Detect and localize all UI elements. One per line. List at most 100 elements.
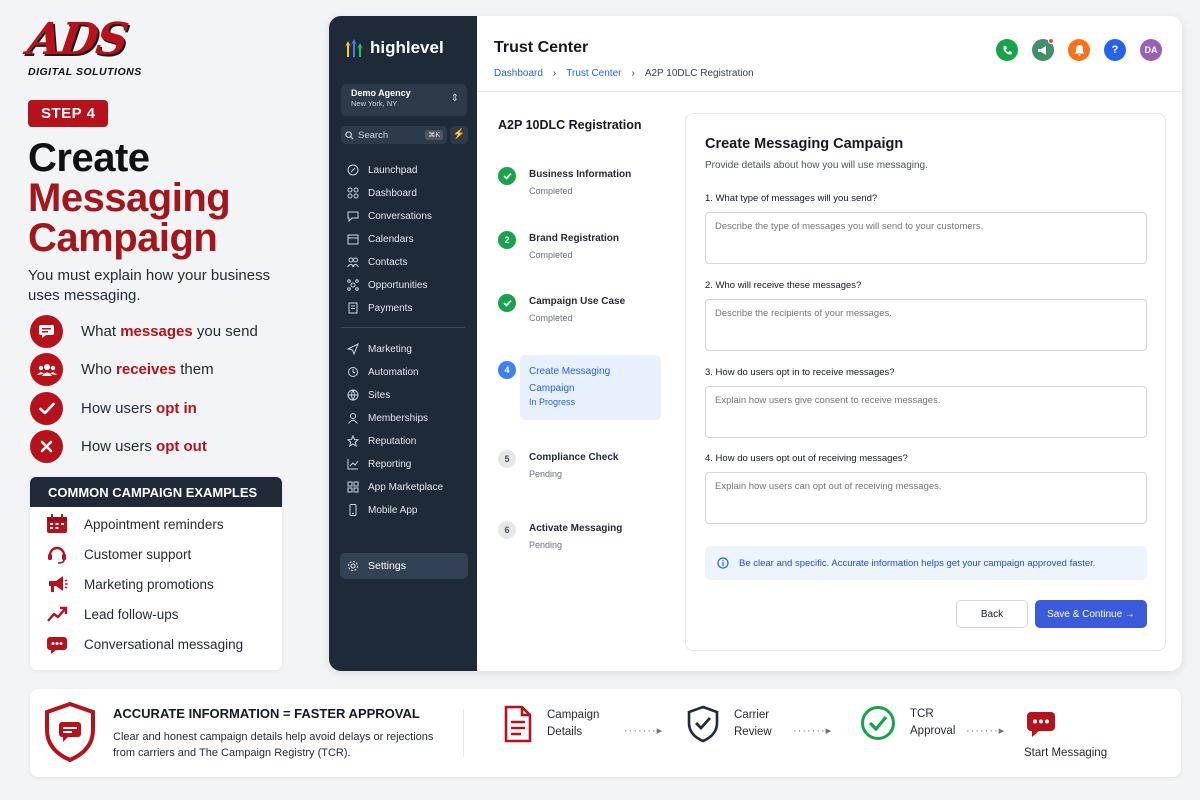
notifications-button[interactable] bbox=[1068, 39, 1090, 61]
list-item: Lead follow-ups bbox=[30, 600, 282, 630]
message-icon bbox=[30, 315, 63, 348]
rocket-icon bbox=[347, 164, 359, 176]
sidebar-item-marketing[interactable]: Marketing bbox=[347, 341, 412, 357]
check-icon bbox=[498, 167, 516, 185]
feature-text: What messages you send bbox=[81, 323, 258, 340]
bell-icon bbox=[1074, 45, 1084, 56]
user-icon bbox=[348, 413, 358, 424]
chat-bubble-icon bbox=[1027, 712, 1055, 737]
agency-switcher[interactable]: Demo Agency New York, NY ⇕ bbox=[341, 84, 467, 116]
sidebar-divider bbox=[341, 327, 465, 328]
dotted-arrow-icon: ·······▸ bbox=[793, 725, 833, 737]
headset-icon bbox=[48, 547, 66, 565]
step-number: 4 bbox=[498, 361, 516, 379]
automation-icon bbox=[348, 367, 358, 377]
megaphone-icon bbox=[49, 576, 68, 593]
sidebar-item-mobile-app[interactable]: Mobile App bbox=[347, 502, 417, 518]
info-icon bbox=[717, 557, 729, 569]
send-icon bbox=[347, 343, 359, 355]
search-input[interactable]: Search ⌘K bbox=[341, 126, 447, 144]
approval-banner: ACCURATE INFORMATION = FASTER APPROVAL C… bbox=[30, 689, 1181, 777]
globe-icon bbox=[347, 389, 359, 401]
sidebar-item-dashboard[interactable]: Dashboard bbox=[347, 185, 417, 201]
sidebar-item-payments[interactable]: Payments bbox=[347, 300, 412, 316]
list-item: Appointment reminders bbox=[30, 509, 282, 539]
recipients-field[interactable] bbox=[705, 299, 1147, 351]
left-panel: ADS DIGITAL SOLUTIONS STEP 4 Create Mess… bbox=[0, 0, 300, 680]
headline-line-2: Messaging bbox=[28, 176, 231, 220]
sidebar-item-calendars[interactable]: Calendars bbox=[347, 231, 414, 247]
flow-step-carrier-review: Carrier Review bbox=[686, 705, 772, 743]
check-circle-icon bbox=[861, 706, 895, 740]
breadcrumb-trust-center[interactable]: Trust Center bbox=[566, 68, 621, 79]
logo-mark: ADS bbox=[24, 14, 130, 65]
sidebar-item-reputation[interactable]: Reputation bbox=[347, 433, 416, 449]
headline: Create Messaging Campaign bbox=[28, 136, 231, 258]
header-actions: ? DA bbox=[996, 38, 1162, 61]
megaphone-icon bbox=[1038, 45, 1046, 55]
info-tip: Be clear and specific. Accurate informat… bbox=[705, 546, 1147, 580]
sidebar-item-memberships[interactable]: Memberships bbox=[347, 410, 428, 426]
list-item: Conversational messaging bbox=[30, 630, 282, 660]
question-label: 2. Who will receive these messages? bbox=[705, 280, 862, 291]
sidebar-item-launchpad[interactable]: Launchpad bbox=[347, 162, 418, 178]
sidebar-item-settings[interactable]: Settings bbox=[340, 553, 468, 579]
sidebar-item-sites[interactable]: Sites bbox=[347, 387, 390, 403]
x-icon bbox=[30, 430, 63, 463]
flow-step-start-messaging: Start Messaging bbox=[1024, 711, 1107, 759]
trend-up-icon bbox=[47, 606, 68, 622]
document-icon bbox=[504, 705, 532, 743]
app-brand[interactable]: highlevel bbox=[344, 38, 444, 58]
opt-in-field[interactable] bbox=[705, 386, 1147, 438]
contacts-icon bbox=[347, 257, 359, 268]
question-label: 1. What type of messages will you send? bbox=[705, 193, 878, 204]
back-button[interactable]: Back bbox=[956, 600, 1028, 628]
dotted-arrow-icon: ·······▸ bbox=[624, 725, 664, 737]
headline-line-1: Create bbox=[28, 136, 150, 180]
chevron-right-icon: › bbox=[631, 68, 635, 79]
message-type-field[interactable] bbox=[705, 212, 1147, 264]
opt-out-field[interactable] bbox=[705, 472, 1147, 524]
feature-receivers: Who receives them bbox=[30, 353, 214, 386]
breadcrumb-dashboard[interactable]: Dashboard bbox=[494, 68, 543, 79]
mobile-icon bbox=[349, 504, 357, 516]
shield-message-icon bbox=[45, 702, 95, 762]
logo-subtitle: DIGITAL SOLUTIONS bbox=[28, 66, 142, 78]
save-continue-button[interactable]: Save & Continue → bbox=[1035, 600, 1147, 628]
help-button[interactable]: ? bbox=[1104, 39, 1126, 61]
form-subtitle: Provide details about how you will use m… bbox=[705, 160, 928, 171]
form-title: Create Messaging Campaign bbox=[705, 136, 904, 152]
check-icon bbox=[498, 294, 516, 312]
agency-location: New York, NY bbox=[351, 99, 398, 108]
question-label: 3. How do users opt in to receive messag… bbox=[705, 367, 895, 378]
highlevel-logo-icon bbox=[345, 39, 363, 57]
announcements-button[interactable] bbox=[1032, 38, 1054, 61]
feature-opt-in: How users opt in bbox=[30, 392, 197, 425]
phone-button[interactable] bbox=[996, 39, 1018, 61]
check-icon bbox=[30, 392, 63, 425]
chevron-updown-icon: ⇕ bbox=[450, 93, 459, 104]
sidebar-item-app-marketplace[interactable]: App Marketplace bbox=[347, 479, 443, 495]
calendar-icon bbox=[47, 514, 67, 534]
quick-action-button[interactable]: ⚡ bbox=[450, 126, 468, 144]
step-number: 2 bbox=[498, 231, 516, 249]
campaign-examples-card: COMMON CAMPAIGN EXAMPLES Appointment rem… bbox=[30, 477, 282, 670]
sidebar-item-automation[interactable]: Automation bbox=[347, 364, 419, 380]
app-window: highlevel Demo Agency New York, NY ⇕ Sea… bbox=[329, 16, 1182, 671]
apps-icon bbox=[347, 481, 359, 493]
flow-step-campaign-details: Campaign Details bbox=[503, 705, 599, 743]
avatar[interactable]: DA bbox=[1140, 39, 1162, 61]
sidebar-item-opportunities[interactable]: Opportunities bbox=[347, 277, 427, 293]
sidebar-item-reporting[interactable]: Reporting bbox=[347, 456, 411, 472]
step-number: 5 bbox=[498, 450, 516, 468]
question-icon: ? bbox=[1111, 44, 1119, 56]
wizard-title: A2P 10DLC Registration bbox=[498, 118, 642, 132]
shield-check-icon bbox=[687, 705, 719, 743]
chat-dots-icon bbox=[47, 636, 67, 654]
sidebar-item-contacts[interactable]: Contacts bbox=[347, 254, 407, 270]
search-icon bbox=[345, 130, 354, 140]
receipt-icon bbox=[348, 302, 358, 314]
sidebar-item-conversations[interactable]: Conversations bbox=[347, 208, 432, 224]
page-header: Trust Center Dashboard › Trust Center › … bbox=[477, 16, 1182, 92]
banner-title: ACCURATE INFORMATION = FASTER APPROVAL bbox=[113, 706, 420, 721]
